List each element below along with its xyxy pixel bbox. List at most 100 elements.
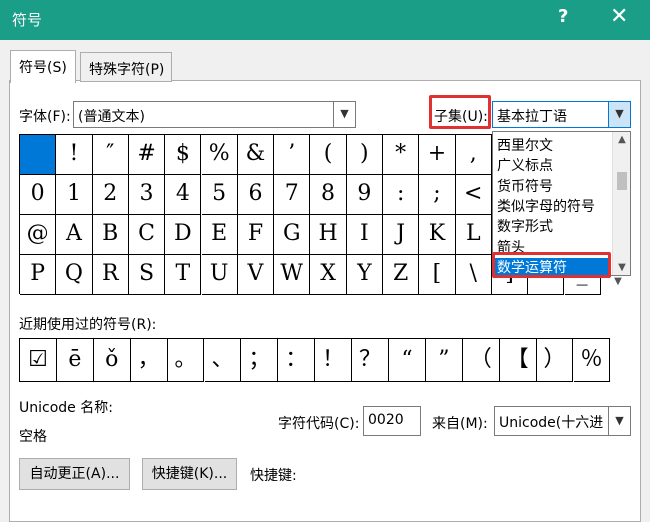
recent-symbol-cell[interactable]: ， [130,339,168,382]
char-code-input[interactable]: 0020 [363,406,421,436]
symbol-cell[interactable]: F [237,215,275,255]
scroll-up-icon[interactable]: ▲ [613,134,631,145]
symbol-cell[interactable]: Z [383,255,420,295]
symbol-cell[interactable]: S [128,255,166,295]
symbol-cell[interactable] [20,135,57,175]
subset-select[interactable]: 基本拉丁语 ▼ [492,101,631,128]
chevron-down-icon[interactable]: ▼ [333,102,355,127]
symbol-cell[interactable]: C [128,215,166,255]
symbol-cell[interactable]: P [20,255,57,295]
symbol-cell[interactable]: ! [56,135,93,175]
subset-dropdown-item[interactable]: 数学运算符 [493,257,609,278]
symbol-cell[interactable]: ’ [274,135,311,175]
recent-symbol-cell[interactable]: ē [56,339,94,382]
symbol-cell[interactable]: < [455,175,492,215]
grid-scroll-down-icon[interactable]: ▼ [608,276,628,294]
window-title: 符号 [12,11,43,29]
symbol-cell[interactable]: G [274,215,311,255]
symbol-cell[interactable]: A [56,215,93,255]
symbol-cell[interactable]: E [201,215,238,255]
from-select[interactable]: Unicode(十六进 ▼ [494,406,631,436]
symbol-cell[interactable]: B [92,215,129,255]
recent-symbol-cell[interactable]: ： [278,339,316,382]
symbol-cell[interactable]: % [201,135,238,175]
dropdown-scrollbar[interactable]: ▲ ▼ [612,132,630,275]
recent-symbol-cell[interactable]: 【 [499,339,537,382]
symbol-cell[interactable]: 2 [92,175,129,215]
symbol-cell[interactable]: J [383,215,420,255]
symbol-cell[interactable]: W [274,255,311,295]
symbol-cell[interactable]: L [455,215,492,255]
symbol-cell[interactable]: $ [165,135,202,175]
recent-symbol-cell[interactable]: ！ [315,339,353,382]
symbol-cell[interactable]: K [419,215,456,255]
symbol-cell[interactable]: ( [310,135,347,175]
symbol-cell[interactable]: : [383,175,420,215]
symbol-cell[interactable]: Q [56,255,93,295]
subset-dropdown-item[interactable]: 箭头 [497,238,525,258]
symbol-cell[interactable]: T [165,255,202,295]
symbol-cell[interactable]: , [455,135,492,175]
chevron-down-icon[interactable]: ▼ [608,407,630,435]
symbol-grid[interactable]: ! ″ # $% &’() * +, 0 1 2 3 4 5 6 7 8 9:; < @ A B C D E F G H I J K L P Q… [19,134,601,295]
help-icon[interactable]: ? [558,6,568,27]
subset-label: 子集(U): [434,109,488,125]
symbol-cell[interactable]: 6 [237,175,275,215]
symbol-cell[interactable]: R [92,255,129,295]
subset-dropdown-item[interactable]: 类似字母的符号 [497,197,595,217]
font-select[interactable]: (普通文本) ▼ [73,101,356,128]
symbol-cell[interactable]: Y [346,255,383,295]
symbol-cell[interactable]: D [165,215,202,255]
close-icon[interactable]: ✕ [610,4,628,29]
recent-symbol-cell[interactable]: ？ [352,339,389,382]
symbol-cell[interactable]: ; [419,175,456,215]
symbol-cell[interactable]: 9 [346,175,383,215]
recent-symbol-cell[interactable]: ☑ [20,339,57,382]
symbol-cell[interactable]: [ [419,255,456,295]
symbol-cell[interactable]: ″ [92,135,129,175]
chevron-down-icon[interactable]: ▼ [608,102,630,127]
symbol-cell[interactable]: 0 [20,175,57,215]
symbol-cell[interactable]: I [346,215,383,255]
recent-symbol-cell[interactable]: ； [241,339,279,382]
symbol-cell[interactable]: ) [346,135,383,175]
symbol-cell[interactable]: 5 [201,175,238,215]
subset-dropdown-list[interactable]: ▲ ▼ 西里尔文 广义标点 货币符号 类似字母的符号 数字形式 箭头 数学运算符 [492,131,631,278]
subset-dropdown-item[interactable]: 货币符号 [497,177,553,197]
symbol-cell[interactable]: V [237,255,275,295]
symbol-cell[interactable]: H [310,215,347,255]
symbol-cell[interactable]: 4 [165,175,202,215]
scroll-thumb[interactable] [617,172,627,190]
tab-special-characters[interactable]: 特殊字符(P) [80,52,172,82]
recent-symbol-cell[interactable]: ” [425,339,463,382]
subset-dropdown-item[interactable]: 数字形式 [497,217,553,237]
symbol-cell[interactable]: X [310,255,347,295]
symbol-cell[interactable]: @ [20,215,57,255]
recent-symbol-cell[interactable]: “ [389,339,426,382]
title-bar: 符号 ? ✕ [0,0,650,40]
symbol-cell[interactable]: 1 [56,175,93,215]
subset-dropdown-item[interactable]: 西里尔文 [497,136,553,156]
recent-symbols-grid[interactable]: ☑ ē ǒ，。、；：！？ “” （【）％ [19,338,611,382]
symbol-cell[interactable]: 3 [128,175,166,215]
symbol-cell[interactable]: U [201,255,238,295]
tab-symbols[interactable]: 符号(S) [10,50,76,83]
recent-symbol-cell[interactable]: 。 [167,339,205,382]
scroll-down-icon[interactable]: ▼ [613,262,631,273]
autocorrect-button[interactable]: 自动更正(A)... [19,458,130,490]
symbol-cell[interactable]: 7 [274,175,311,215]
symbol-cell[interactable]: & [237,135,275,175]
symbol-cell[interactable]: + [419,135,456,175]
recent-symbol-cell[interactable]: ） [536,339,574,382]
recent-symbol-cell[interactable]: 、 [204,339,242,382]
symbol-cell[interactable]: * [383,135,420,175]
recent-symbol-cell[interactable]: ％ [573,339,611,382]
recent-symbol-cell[interactable]: （ [462,339,500,382]
symbol-cell[interactable]: # [128,135,166,175]
subset-dropdown-item[interactable]: 广义标点 [497,156,553,176]
symbol-cell[interactable]: \ [455,255,492,295]
from-label: 来自(M): [432,416,488,432]
recent-symbol-cell[interactable]: ǒ [93,339,131,382]
symbol-cell[interactable]: 8 [310,175,347,215]
shortcut-key-button[interactable]: 快捷键(K)... [142,458,237,490]
